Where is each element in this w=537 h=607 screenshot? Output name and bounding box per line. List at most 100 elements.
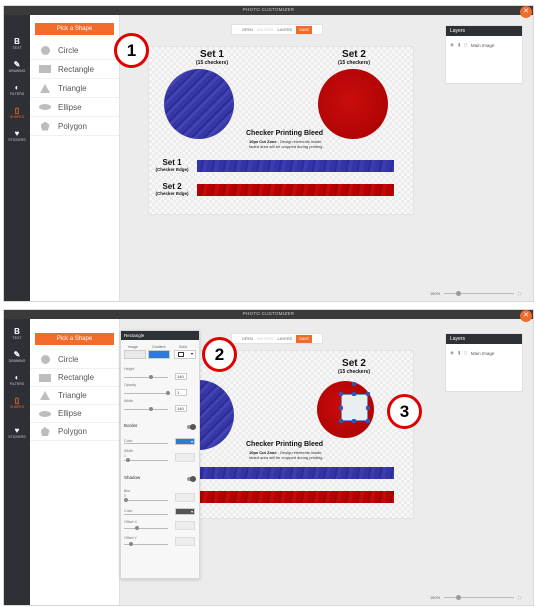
- shape-item-polygon[interactable]: Polygon: [30, 117, 119, 136]
- tab-gradient[interactable]: [148, 350, 170, 359]
- height-slider[interactable]: [124, 375, 168, 379]
- save-button[interactable]: SAVE: [296, 25, 313, 34]
- resize-handle[interactable]: [366, 419, 370, 423]
- offset-x-slider[interactable]: [124, 526, 168, 530]
- border-toggle[interactable]: [187, 424, 196, 430]
- trash-icon[interactable]: ▯: [464, 350, 466, 356]
- lock-icon[interactable]: ▮: [458, 42, 460, 48]
- offset-y-label: Offset Y: [124, 536, 137, 540]
- layers-button[interactable]: LAYERS: [277, 28, 292, 32]
- rotate-handle[interactable]: [352, 382, 356, 386]
- tab-image[interactable]: [124, 350, 146, 359]
- set1-edge-bar[interactable]: [197, 160, 394, 172]
- set2-checker-circle[interactable]: [318, 69, 388, 139]
- set1-edge-bar[interactable]: [197, 467, 394, 479]
- layers-button[interactable]: LAYERS: [277, 337, 292, 341]
- open-button[interactable]: OPEN: [242, 28, 253, 32]
- border-width-slider[interactable]: [124, 458, 168, 462]
- resize-handle[interactable]: [366, 406, 370, 410]
- title-bar: PHOTO CUSTOMIZER: [4, 310, 533, 319]
- sidebar-item-filters[interactable]: ◐ FILTERS: [4, 83, 30, 96]
- offset-x-input[interactable]: [175, 521, 195, 530]
- shape-item-ellipse[interactable]: Ellipse: [30, 405, 119, 423]
- top-toolbar: OPEN HISTORY LAYERS SAVE: [231, 24, 323, 35]
- fit-screen-icon[interactable]: ⛶: [518, 291, 521, 296]
- history-button[interactable]: HISTORY: [257, 337, 274, 341]
- history-button[interactable]: HISTORY: [257, 28, 274, 32]
- shape-item-circle[interactable]: Circle: [30, 351, 119, 369]
- resize-handle[interactable]: [339, 406, 343, 410]
- resize-handle[interactable]: [339, 419, 343, 423]
- circle-icon: [40, 355, 50, 364]
- zoom-slider-knob[interactable]: [456, 595, 462, 600]
- shape-item-triangle[interactable]: Triangle: [30, 79, 119, 98]
- open-button[interactable]: OPEN: [242, 337, 253, 341]
- border-width-input[interactable]: [175, 453, 195, 462]
- sidebar-item-text[interactable]: B TEXT: [4, 37, 30, 50]
- sidebar-item-shapes[interactable]: ▯ SHAPES: [4, 106, 30, 119]
- shadow-color-picker[interactable]: ▾: [175, 508, 195, 515]
- pick-shape-button[interactable]: Pick a Shape: [35, 23, 114, 35]
- tab-solid[interactable]: ▾: [174, 350, 196, 359]
- circle-icon: [40, 45, 50, 55]
- sidebar-item-filters[interactable]: ◐ FILTERS: [4, 373, 30, 386]
- shape-item-triangle[interactable]: Triangle: [30, 387, 119, 405]
- offset-y-input[interactable]: [175, 537, 195, 546]
- design-canvas[interactable]: Set 1 (15 checkers) Set 2 (15 checkers) …: [148, 46, 414, 215]
- eye-icon[interactable]: ◉: [450, 42, 454, 48]
- border-color-picker[interactable]: ▾: [175, 438, 195, 445]
- sidebar-item-drawing[interactable]: ✎ DRAWING: [4, 60, 30, 73]
- tab-solid-label: Solid: [179, 345, 187, 349]
- sidebar-item-stickers[interactable]: ♥ STICKERS: [4, 129, 30, 142]
- resize-handle[interactable]: [366, 392, 370, 396]
- set1-subtitle: (15 checkers): [196, 60, 228, 66]
- width-input[interactable]: 140: [175, 405, 187, 412]
- zoom-slider[interactable]: [444, 595, 515, 600]
- layers-header: Layers: [446, 334, 522, 344]
- resize-handle[interactable]: [352, 392, 356, 396]
- close-icon[interactable]: ✕: [520, 310, 532, 322]
- shape-item-ellipse[interactable]: Ellipse: [30, 98, 119, 117]
- pick-shape-button[interactable]: Pick a Shape: [35, 333, 114, 345]
- zoom-value: 150%: [429, 291, 441, 296]
- shape-item-rectangle[interactable]: Rectangle: [30, 60, 119, 79]
- tool-sidebar: B TEXT ✎ DRAWING ◐ FILTERS ▯ SHAPES ♥ STICKER…: [4, 15, 30, 301]
- callout-3: 3: [387, 394, 422, 429]
- eye-icon[interactable]: ◉: [450, 350, 454, 356]
- save-button[interactable]: SAVE: [296, 334, 313, 343]
- zoom-control: 150% ⛶: [430, 291, 521, 296]
- resize-handle[interactable]: [352, 419, 356, 423]
- rectangle-icon: [39, 65, 51, 73]
- height-input[interactable]: 140: [175, 373, 187, 380]
- layer-row-main-image[interactable]: ◉ ▮ ▯ Main Image: [446, 344, 522, 362]
- sidebar-item-drawing[interactable]: ✎ DRAWING: [4, 350, 30, 363]
- blur-input[interactable]: [175, 493, 195, 502]
- sidebar-item-text[interactable]: B TEXT: [4, 327, 30, 340]
- set1-checker-circle[interactable]: [164, 69, 234, 139]
- shape-item-polygon[interactable]: Polygon: [30, 423, 119, 441]
- tab-gradient-label: Gradient: [152, 345, 166, 349]
- close-icon[interactable]: ✕: [520, 6, 532, 18]
- shadow-toggle[interactable]: [187, 476, 196, 482]
- selected-rectangle-shape[interactable]: [341, 394, 368, 421]
- sidebar-item-stickers[interactable]: ♥ STICKERS: [4, 426, 30, 439]
- opacity-input[interactable]: 1: [175, 389, 187, 396]
- fit-screen-icon[interactable]: ⛶: [518, 595, 521, 600]
- layer-row-main-image[interactable]: ◉ ▮ ▯ Main Image: [446, 36, 522, 54]
- opacity-slider[interactable]: [124, 391, 170, 395]
- shape-item-rectangle[interactable]: Rectangle: [30, 369, 119, 387]
- set2-edge-bar[interactable]: [197, 184, 394, 196]
- zoom-slider[interactable]: [444, 291, 515, 296]
- width-slider[interactable]: [124, 407, 168, 411]
- border-section-label: Border: [124, 423, 138, 428]
- shape-item-circle[interactable]: Circle: [30, 41, 119, 60]
- offset-y-slider[interactable]: [124, 542, 168, 546]
- bleed-title: Checker Printing Bleed: [246, 130, 324, 137]
- sidebar-item-shapes[interactable]: ▯ SHAPES: [4, 396, 30, 409]
- set2-edge-bar[interactable]: [197, 491, 394, 503]
- trash-icon[interactable]: ▯: [464, 42, 466, 48]
- lock-icon[interactable]: ▮: [458, 350, 460, 356]
- blur-slider[interactable]: [124, 498, 168, 502]
- resize-handle[interactable]: [339, 392, 343, 396]
- zoom-slider-knob[interactable]: [456, 291, 462, 296]
